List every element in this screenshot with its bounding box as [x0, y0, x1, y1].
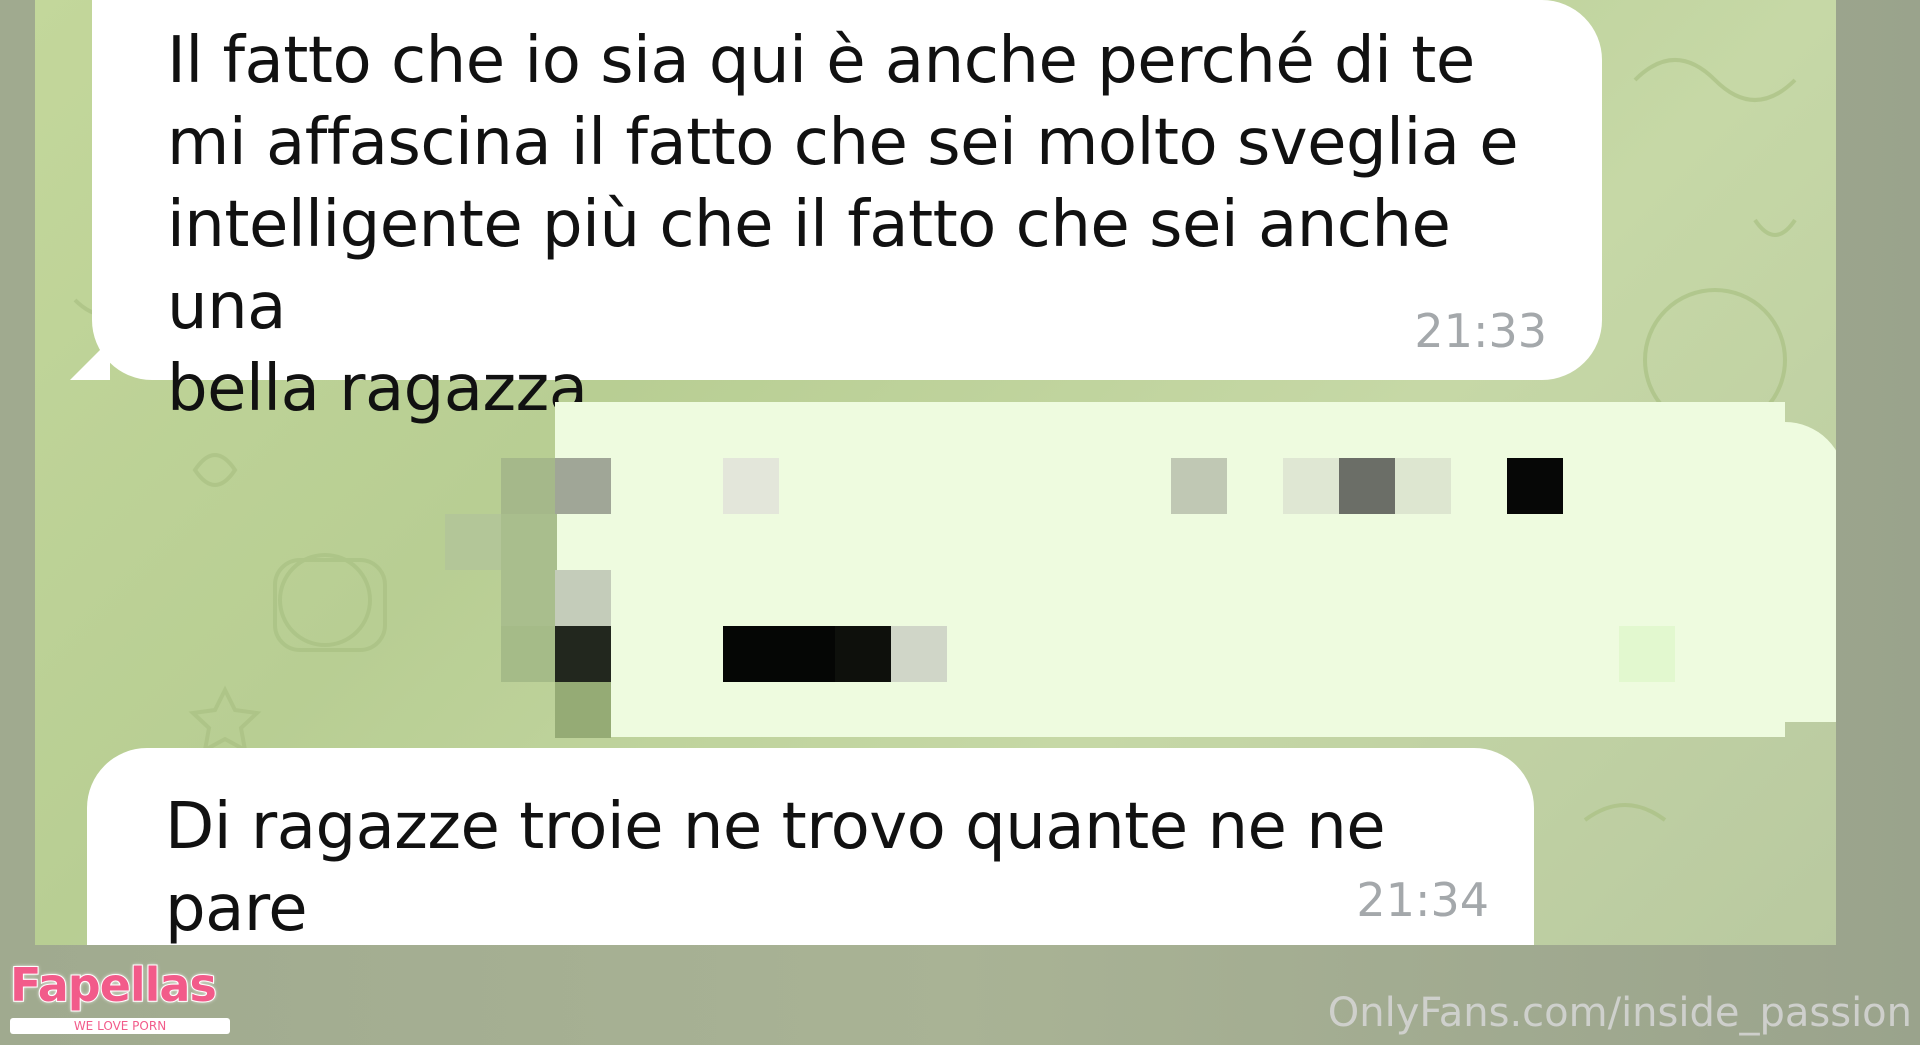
pixel-block [501, 570, 557, 626]
redacted-outgoing-message [445, 402, 1836, 740]
outgoing-bubble-tail [1775, 422, 1836, 722]
pixel-block [1395, 458, 1451, 514]
fapellas-logo: Fapellas WE LOVE PORN [9, 957, 230, 1040]
pixel-block [501, 458, 557, 514]
pixel-block [445, 514, 501, 570]
watermark-text: OnlyFans.com/inside_passion [1327, 990, 1912, 1036]
pixel-block [835, 626, 891, 682]
message-time: 21:34 [1356, 873, 1489, 927]
pixel-block [1619, 626, 1675, 682]
pixel-block [1283, 458, 1339, 514]
pixel-block [723, 626, 835, 682]
message-text: Il fatto che io sia qui è anche perché d… [167, 24, 1519, 426]
pixel-block [501, 514, 557, 570]
message-text: Di ragazze troie ne trovo quante ne ne p… [165, 790, 1405, 945]
message-time: 21:33 [1414, 304, 1547, 358]
incoming-message-bubble[interactable]: Il fatto che io sia qui è anche perché d… [92, 0, 1602, 426]
pixel-block [555, 458, 611, 514]
pixel-block [555, 570, 611, 626]
incoming-message-bubble[interactable]: Di ragazze troie ne trovo quante ne ne p… [87, 748, 1534, 945]
chat-panel[interactable]: Il fatto che io sia qui è anche perché d… [35, 0, 1836, 945]
pixel-block [555, 682, 611, 738]
pixel-block [501, 626, 557, 682]
logo-tagline: WE LOVE PORN [10, 1018, 230, 1034]
pixel-block [1507, 458, 1563, 514]
pixel-block [891, 626, 947, 682]
logo-wordmark: Fapellas [9, 957, 218, 1013]
pixel-block [723, 458, 779, 514]
pixel-block [1339, 458, 1395, 514]
outgoing-message-bubble[interactable] [555, 402, 1785, 737]
pixel-block [555, 626, 611, 682]
pixel-block [1171, 458, 1227, 514]
